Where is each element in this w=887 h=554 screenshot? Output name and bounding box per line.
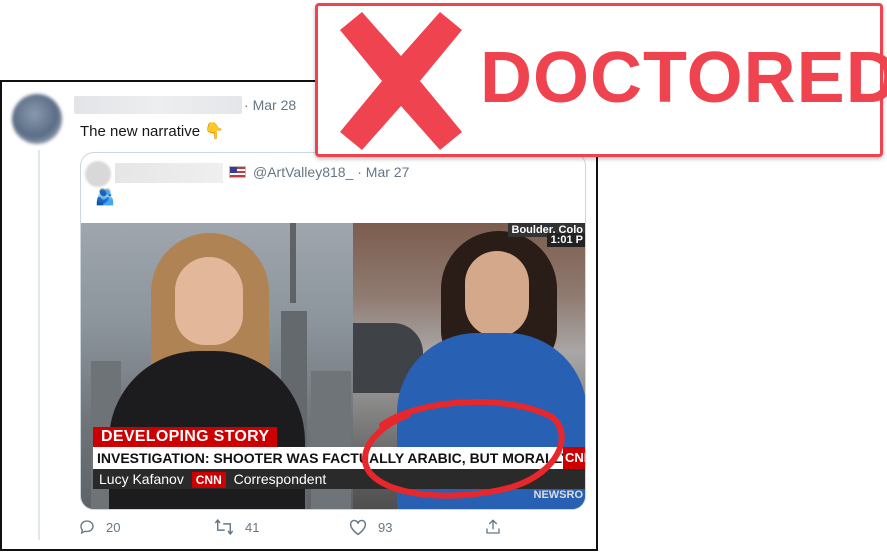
- author-avatar[interactable]: [12, 94, 62, 144]
- reporter-title: Correspondent: [233, 471, 327, 487]
- us-flag-icon: [229, 166, 246, 178]
- quoted-handle-date[interactable]: @ArtValley818_ · Mar 27: [253, 164, 409, 180]
- reporter-name: Lucy Kafanov: [99, 471, 184, 487]
- like-count: 93: [378, 519, 393, 535]
- thread-line: [38, 150, 40, 540]
- quoted-author-avatar[interactable]: [85, 161, 111, 187]
- share-icon: [486, 519, 500, 534]
- tweet-text: The new narrative 👇: [80, 123, 225, 140]
- person-emoji-icon: 🫂: [95, 189, 115, 206]
- heart-icon: [349, 519, 367, 536]
- doctored-stamp: DOCTORED: [315, 3, 887, 157]
- developing-story-banner: DEVELOPING STORY: [93, 427, 278, 447]
- tweet-date[interactable]: · Mar 28: [244, 97, 296, 113]
- reply-button[interactable]: 20: [78, 518, 120, 536]
- reply-count: 20: [106, 519, 121, 535]
- pointing-down-emoji-icon: 👇: [204, 123, 225, 140]
- author-name-blurred[interactable]: [74, 96, 242, 114]
- red-x-icon: [340, 12, 462, 150]
- reply-icon: [80, 520, 94, 535]
- tv-time: 1:01 P: [546, 233, 585, 247]
- red-circle-annotation: [362, 399, 565, 499]
- cnn-logo: CNN: [191, 472, 226, 488]
- quoted-author-name-blurred[interactable]: [115, 163, 223, 183]
- doctored-label: DOCTORED: [480, 38, 887, 118]
- retweet-button[interactable]: 41: [213, 518, 259, 536]
- retweet-icon: [214, 519, 234, 535]
- like-button[interactable]: 93: [348, 518, 392, 536]
- share-button[interactable]: [484, 518, 512, 536]
- retweet-count: 41: [245, 519, 260, 535]
